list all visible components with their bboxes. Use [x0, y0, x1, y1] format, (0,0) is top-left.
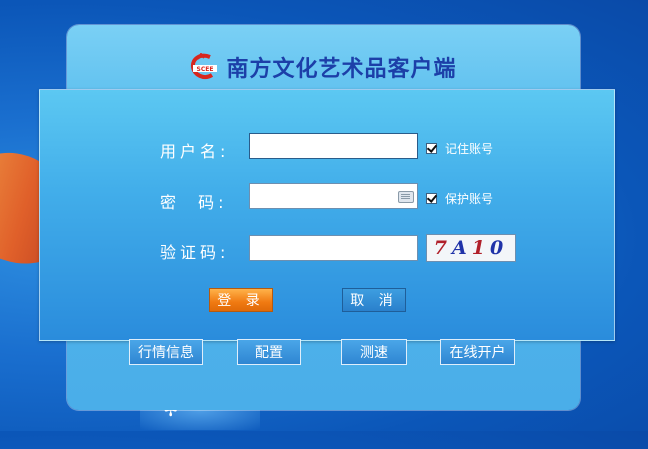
config-button[interactable]: 配置 [237, 339, 301, 365]
speed-test-button[interactable]: 测速 [341, 339, 407, 365]
svg-text:SCEE: SCEE [197, 66, 214, 73]
remember-account-label: 记住账号 [445, 142, 494, 156]
password-field[interactable] [249, 183, 418, 209]
captcha-image[interactable]: 7 A 1 0 [426, 234, 516, 262]
username-label: 用户名: [160, 142, 230, 161]
captcha-input[interactable] [249, 235, 418, 261]
protect-account-checkbox[interactable] [426, 193, 437, 204]
password-label: 密 码: [160, 193, 228, 212]
login-button[interactable]: 登 录 [209, 288, 273, 312]
remember-account-checkbox[interactable] [426, 143, 437, 154]
captcha-char: 1 [471, 237, 490, 259]
captcha-char: 7 [433, 237, 452, 259]
cancel-button[interactable]: 取 消 [342, 288, 406, 312]
captcha-label: 验证码: [160, 243, 230, 262]
username-input[interactable] [249, 133, 418, 159]
login-panel: 用户名: 记住账号 密 码: 保护账号 验证码: 7 A 1 0 登 录 取 消 [39, 89, 615, 341]
scee-logo-icon: SCEE [190, 52, 220, 81]
captcha-char: A [452, 237, 472, 259]
market-info-button[interactable]: 行情信息 [129, 339, 203, 365]
protect-account-label: 保护账号 [445, 192, 494, 206]
title-bar: SCEE 南方文化艺术品客户端 [67, 47, 580, 87]
keyboard-icon[interactable] [398, 191, 414, 203]
protect-account-option[interactable]: 保护账号 [426, 190, 493, 207]
captcha-char: 0 [489, 237, 509, 259]
remember-account-option[interactable]: 记住账号 [426, 140, 493, 157]
open-account-button[interactable]: 在线开户 [440, 339, 515, 365]
app-title: 南方文化艺术品客户端 [226, 57, 457, 82]
